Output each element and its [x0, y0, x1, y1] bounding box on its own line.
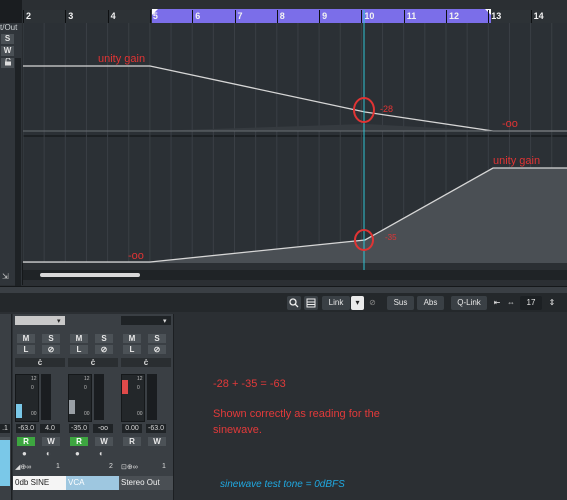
expand-channels-icon[interactable]: ⇔ — [505, 296, 517, 310]
list-view-icon[interactable] — [304, 296, 318, 310]
ch1-monitor-icon[interactable]: ◐ — [46, 449, 51, 458]
unity-gain-label-2: unity gain — [493, 155, 541, 167]
minus-28-label: -28 — [380, 104, 394, 114]
ch1-read-button[interactable]: R — [17, 437, 35, 446]
ch3-pan-control[interactable]: ċ — [121, 358, 171, 367]
link-button[interactable]: Link — [322, 296, 350, 310]
ch1-name-label[interactable]: 0db SINE — [13, 476, 67, 490]
ch1-volume-readout[interactable]: -63.0 — [16, 424, 36, 433]
partial-fader-cap[interactable] — [0, 440, 10, 486]
ch3-write-button[interactable]: W — [148, 437, 166, 446]
ch1-listen-button[interactable]: L — [17, 345, 35, 354]
ch3-listen-button[interactable]: L — [123, 345, 141, 354]
ch3-routing-icons[interactable]: ⊡⊕∞ — [121, 463, 138, 471]
link-dropdown-chevron-icon[interactable]: ▾ — [351, 296, 364, 310]
ch2-pan-readout[interactable]: -oo — [93, 424, 113, 433]
ch1-meter-scale-bot: 00 — [31, 411, 37, 417]
ch3-number: 1 — [162, 463, 166, 470]
partial-readout: .1 — [0, 424, 10, 433]
ch2-edit-icon[interactable]: ⊘ — [95, 345, 113, 354]
ch2-fader-cap[interactable] — [69, 400, 75, 414]
shown-correctly-note-line1: Shown correctly as reading for the — [213, 408, 380, 420]
ch2-monitor-icon[interactable]: ◐ — [99, 449, 104, 458]
ch1-meter-scale-top: 12 — [31, 376, 37, 382]
shown-correctly-note-line2: sinewave. — [213, 424, 262, 436]
ch1-write-button[interactable]: W — [42, 437, 60, 446]
channel-count-arrows-icon[interactable]: ⇕ — [546, 296, 558, 310]
ch2-listen-button[interactable]: L — [70, 345, 88, 354]
zoom-slider-icon[interactable]: ⇲ — [2, 272, 9, 281]
ch3-mute-button[interactable]: M — [123, 334, 141, 343]
ch1-mute-button[interactable]: M — [17, 334, 35, 343]
ch3-solo-button[interactable]: S — [148, 334, 166, 343]
ch2-meter-scale-top: 12 — [84, 376, 90, 382]
ch3-meter — [147, 374, 157, 420]
automation-curves — [22, 10, 567, 280]
ch2-number: 2 — [109, 463, 113, 470]
ch2-meter-scale-mid: 0 — [84, 385, 87, 391]
horizontal-scroll-thumb[interactable] — [40, 273, 140, 277]
ch1-record-icon[interactable]: ● — [22, 449, 27, 458]
suspend-button[interactable]: Sus — [387, 296, 414, 310]
ch1-pan-readout[interactable]: 4.0 — [40, 424, 60, 433]
ch1-meter — [41, 374, 51, 420]
ch3-fader-cap[interactable] — [122, 380, 128, 394]
ch1-pan-control[interactable]: ċ — [15, 358, 65, 367]
narrow-channels-icon[interactable]: ⇤ — [491, 296, 503, 310]
channel-1-selector-chevron-icon[interactable]: ▾ — [57, 317, 61, 325]
ch3-read-button[interactable]: R — [123, 437, 141, 446]
minus-inf-label-2: -oo — [128, 250, 144, 262]
ch3-volume-readout[interactable]: 0.00 — [122, 424, 142, 433]
unity-gain-label-1: unity gain — [98, 53, 146, 65]
minus-35-label: -35 — [385, 233, 397, 242]
test-tone-note: sinewave test tone = 0dBFS — [220, 479, 345, 490]
absolute-button[interactable]: Abs — [417, 296, 444, 310]
ch2-pan-control[interactable]: ċ — [68, 358, 118, 367]
ch3-selector-chevron-icon[interactable]: ▾ — [163, 317, 167, 325]
ch2-name-label[interactable]: VCA — [66, 476, 120, 490]
ch1-number: 1 — [56, 463, 60, 470]
minus-inf-label-1: -oo — [502, 118, 518, 130]
ch3-meter-scale-bot: 00 — [137, 411, 143, 417]
ch2-read-button[interactable]: R — [70, 437, 88, 446]
search-icon[interactable] — [287, 296, 301, 310]
ch3-edit-icon[interactable]: ⊘ — [148, 345, 166, 354]
unlink-icon[interactable]: ⊘ — [366, 296, 379, 310]
ch2-solo-button[interactable]: S — [95, 334, 113, 343]
q-link-button[interactable]: Q-Link — [451, 296, 487, 310]
lane2-fill — [23, 168, 567, 263]
ch2-record-icon[interactable]: ● — [75, 449, 80, 458]
ch2-meter — [94, 374, 104, 420]
ch2-meter-scale-bot: 00 — [84, 411, 90, 417]
equation-note: -28 + -35 = -63 — [213, 378, 286, 390]
ch1-solo-button[interactable]: S — [42, 334, 60, 343]
ch3-meter-scale-top: 12 — [137, 376, 143, 382]
ch1-edit-icon[interactable]: ⊘ — [42, 345, 60, 354]
ch3-name-label[interactable]: Stereo Out — [119, 476, 173, 490]
ch3-pan-readout[interactable]: -63.0 — [146, 424, 166, 433]
lane1-automation-line[interactable] — [23, 65, 567, 132]
ch3-meter-scale-mid: 0 — [137, 385, 140, 391]
lane1-fill — [150, 124, 493, 131]
ch2-volume-readout[interactable]: -35.0 — [69, 424, 89, 433]
ch1-routing-icons[interactable]: ◢⊕∞ — [15, 463, 31, 471]
ch2-write-button[interactable]: W — [95, 437, 113, 446]
ch2-mute-button[interactable]: M — [70, 334, 88, 343]
ch1-fader-cap[interactable] — [16, 404, 22, 418]
ch1-meter-scale-mid: 0 — [31, 385, 34, 391]
channel-count-field[interactable]: 17 — [520, 296, 542, 310]
